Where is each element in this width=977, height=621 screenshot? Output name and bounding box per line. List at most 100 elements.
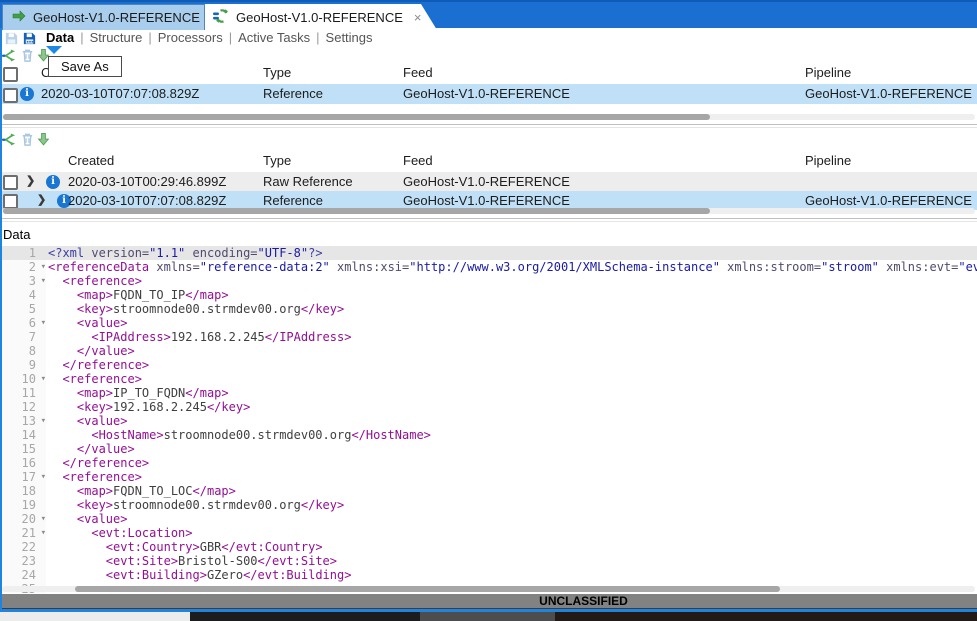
code-text: <reference> (46, 470, 977, 484)
download-button-2[interactable] (36, 132, 51, 147)
line-number[interactable]: 5 (0, 302, 46, 316)
line-number[interactable]: 6▾ (0, 316, 46, 330)
line-number[interactable]: 15 (0, 442, 46, 456)
code-text: <key>stroomnode00.strmdev00.org</key> (46, 302, 977, 316)
code-text: <map>FQDN_TO_IP</map> (46, 288, 977, 302)
tab-label: GeoHost-V1.0-REFERENCE (236, 10, 403, 25)
menu-item-settings[interactable]: Settings (326, 30, 373, 45)
save-as-button[interactable] (22, 31, 37, 46)
tab-pipeline-geohost[interactable]: GeoHost-V1.0-REFERENCE × (205, 4, 437, 30)
cell-created: 2020-03-10T07:07:08.829Z (41, 84, 199, 104)
fold-toggle-icon[interactable]: ▾ (41, 512, 46, 526)
pane-splitter[interactable] (0, 124, 977, 125)
delete-button[interactable] (20, 48, 35, 63)
code-line: 13▾ <value> (0, 414, 977, 428)
xml-code-editor[interactable]: 1<?xml version="1.1" encoding="UTF-8"?>2… (0, 246, 977, 593)
fold-toggle-icon[interactable]: ▾ (41, 526, 46, 540)
window-border-left (0, 28, 2, 612)
code-line: 4 <map>FQDN_TO_IP</map> (0, 288, 977, 302)
menu-item-data[interactable]: Data (46, 30, 74, 45)
line-number[interactable]: 19 (0, 498, 46, 512)
code-text: <map>FQDN_TO_LOC</map> (46, 484, 977, 498)
scrollbar-thumb[interactable] (3, 208, 710, 214)
tab-feed-geohost[interactable]: GeoHost-V1.0-REFERENCE × (2, 4, 205, 30)
code-text: <map>IP_TO_FQDN</map> (46, 386, 977, 400)
line-number[interactable]: 3▾ (0, 274, 46, 288)
table2-hscrollbar (0, 207, 977, 215)
line-number[interactable]: 22 (0, 540, 46, 554)
code-text: <referenceData xmlns="reference-data:2" … (46, 260, 977, 274)
process-button[interactable] (2, 48, 17, 63)
close-icon[interactable]: × (414, 11, 422, 24)
code-line: 1<?xml version="1.1" encoding="UTF-8"?> (0, 246, 977, 260)
expander-chevron-icon[interactable]: ❯ (26, 172, 35, 191)
save-button[interactable] (4, 31, 19, 46)
delete-button-2[interactable] (20, 132, 35, 147)
code-line: 17▾ <reference> (0, 470, 977, 484)
info-icon[interactable]: i (20, 87, 34, 101)
line-number[interactable]: 2▾ (0, 260, 46, 274)
info-icon[interactable]: i (46, 175, 60, 189)
fold-toggle-icon[interactable]: ▾ (41, 274, 46, 288)
code-text: <HostName>stroomnode00.strmdev00.org</Ho… (46, 428, 977, 442)
column-pipeline[interactable]: Pipeline (805, 62, 851, 84)
line-number[interactable]: 24 (0, 568, 46, 582)
column-feed[interactable]: Feed (403, 62, 433, 84)
table-row[interactable]: i2020-03-10T07:07:08.829ZReferenceGeoHos… (0, 84, 977, 104)
code-text: <reference> (46, 372, 977, 386)
tooltip-save-as: Save As (48, 56, 122, 77)
row-checkbox[interactable] (3, 88, 18, 103)
line-number[interactable]: 10▾ (0, 372, 46, 386)
line-number[interactable]: 17▾ (0, 470, 46, 484)
code-line: 23 <evt:Site>Bristol-S00</evt:Site> (0, 554, 977, 568)
line-number[interactable]: 11 (0, 386, 46, 400)
desktop-strip-segment (555, 612, 977, 621)
scrollbar-thumb[interactable] (75, 586, 780, 592)
column-feed[interactable]: Feed (403, 150, 433, 172)
pane-splitter-2[interactable] (0, 218, 977, 219)
feed-icon (11, 8, 27, 27)
line-number[interactable]: 8 (0, 344, 46, 358)
line-number[interactable]: 14 (0, 428, 46, 442)
line-number[interactable]: 9 (0, 358, 46, 372)
code-text: <reference> (46, 274, 977, 288)
table-row[interactable]: ❯i2020-03-10T00:29:46.899ZRaw ReferenceG… (0, 172, 977, 191)
line-number[interactable]: 7 (0, 330, 46, 344)
code-line: 5 <key>stroomnode00.strmdev00.org</key> (0, 302, 977, 316)
fold-toggle-icon[interactable]: ▾ (41, 414, 46, 428)
column-created[interactable]: Created (68, 150, 114, 172)
editor-hscrollbar (0, 585, 977, 593)
column-type[interactable]: Type (263, 62, 291, 84)
menu-item-active-tasks[interactable]: Active Tasks (238, 30, 310, 45)
cell-pipeline: GeoHost-V1.0-REFERENCE (805, 84, 972, 104)
line-number[interactable]: 23 (0, 554, 46, 568)
menu-item-structure[interactable]: Structure (90, 30, 143, 45)
code-line: 18 <map>FQDN_TO_LOC</map> (0, 484, 977, 498)
line-number[interactable]: 13▾ (0, 414, 46, 428)
cell-type: Raw Reference (263, 172, 353, 191)
delete-icon (20, 48, 35, 63)
menu-item-processors[interactable]: Processors (158, 30, 223, 45)
line-number[interactable]: 1 (0, 246, 46, 260)
row-checkbox[interactable] (3, 175, 18, 190)
fold-toggle-icon[interactable]: ▾ (41, 470, 46, 484)
scrollbar-thumb[interactable] (3, 114, 710, 120)
column-type[interactable]: Type (263, 150, 291, 172)
fold-toggle-icon[interactable]: ▾ (41, 260, 46, 274)
pane-splitter-2-shadow (0, 221, 977, 222)
line-number[interactable]: 16 (0, 456, 46, 470)
cell-feed: GeoHost-V1.0-REFERENCE (403, 172, 570, 191)
code-text: <?xml version="1.1" encoding="UTF-8"?> (46, 246, 977, 260)
line-number[interactable]: 4 (0, 288, 46, 302)
process-button-2[interactable] (2, 132, 17, 147)
line-number[interactable]: 12 (0, 400, 46, 414)
data-section-label: Data (3, 226, 30, 244)
fold-toggle-icon[interactable]: ▾ (41, 372, 46, 386)
select-all-checkbox[interactable] (3, 67, 18, 82)
fold-toggle-icon[interactable]: ▾ (41, 316, 46, 330)
line-number[interactable]: 21▾ (0, 526, 46, 540)
line-number[interactable]: 20▾ (0, 512, 46, 526)
line-number[interactable]: 18 (0, 484, 46, 498)
code-line: 9 </reference> (0, 358, 977, 372)
column-pipeline[interactable]: Pipeline (805, 150, 851, 172)
